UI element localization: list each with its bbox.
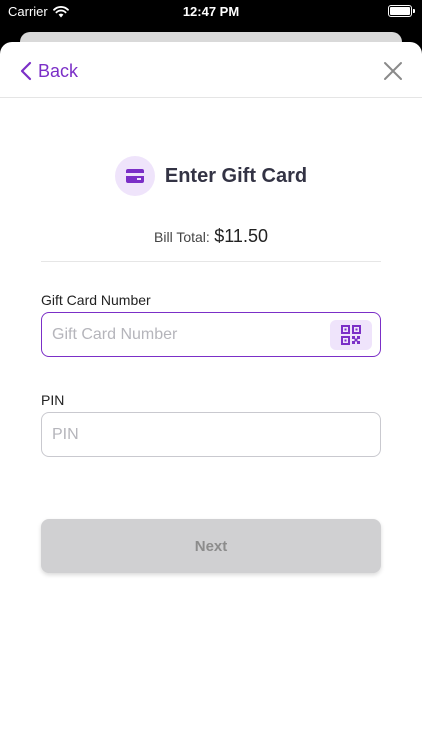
status-bar: Carrier 12:47 PM bbox=[0, 0, 422, 24]
pin-label: PIN bbox=[41, 392, 65, 408]
scan-qr-button[interactable] bbox=[330, 320, 372, 350]
gift-card-number-input[interactable] bbox=[52, 313, 322, 356]
back-label: Back bbox=[38, 60, 79, 81]
bill-total: Bill Total: $11.50 bbox=[0, 226, 422, 247]
status-time: 12:47 PM bbox=[182, 4, 240, 19]
navigation-bar: Back bbox=[0, 42, 422, 98]
back-button[interactable]: Back bbox=[20, 58, 78, 84]
qr-code-icon bbox=[341, 325, 361, 345]
battery-icon bbox=[388, 5, 415, 17]
gift-card-sheet: Back Enter Gift Card Bill Total: $11.50 … bbox=[0, 42, 422, 750]
close-button[interactable] bbox=[380, 58, 406, 84]
chevron-left-icon bbox=[20, 61, 32, 81]
page-title: Enter Gift Card bbox=[164, 164, 308, 187]
gift-card-number-field[interactable] bbox=[41, 312, 381, 357]
pin-field[interactable] bbox=[41, 412, 381, 457]
next-button[interactable]: Next bbox=[41, 519, 381, 573]
title-row: Enter Gift Card bbox=[0, 156, 422, 196]
close-icon bbox=[384, 62, 402, 80]
gift-card-number-label: Gift Card Number bbox=[41, 292, 151, 308]
bill-total-label: Bill Total: bbox=[154, 229, 210, 245]
divider bbox=[41, 261, 381, 262]
title-icon-circle bbox=[114, 156, 155, 196]
bill-total-amount: $11.50 bbox=[214, 226, 268, 246]
pin-input[interactable] bbox=[52, 413, 322, 456]
battery-level bbox=[390, 7, 410, 15]
credit-card-icon bbox=[125, 169, 144, 183]
